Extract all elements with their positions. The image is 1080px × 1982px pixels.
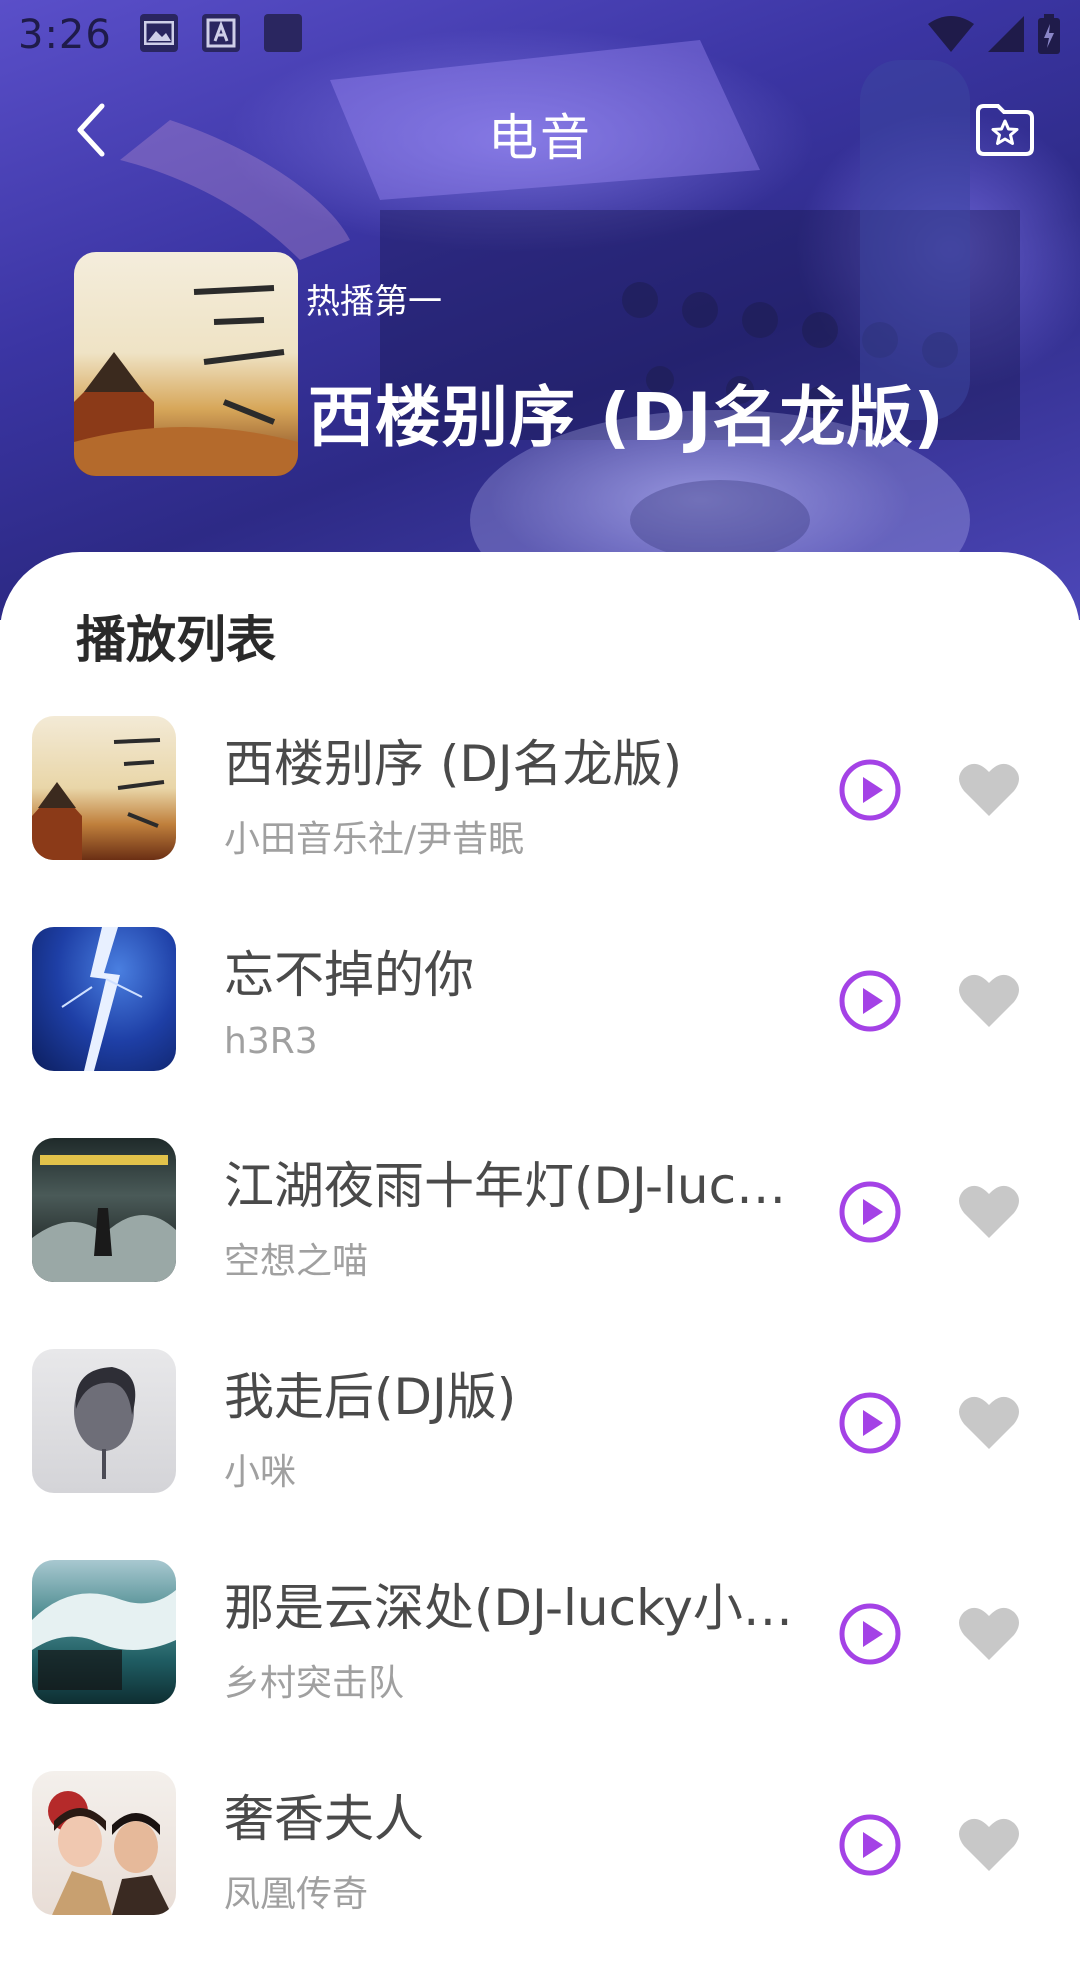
notification-icons	[140, 14, 302, 52]
track-row[interactable]: 西楼别序 (DJ名龙版) 小田音乐社/尹昔眠	[0, 716, 1080, 927]
signal-icon	[988, 16, 1024, 52]
track-artist: 乡村突击队	[224, 1663, 405, 1704]
track-cover	[32, 1560, 176, 1704]
play-button[interactable]	[838, 1180, 902, 1244]
featured-title[interactable]: 西楼别序 (DJ名龙版)	[308, 364, 945, 460]
featured-cover[interactable]	[74, 252, 298, 476]
track-row[interactable]: 我走后(DJ版) 小咪	[0, 1349, 1080, 1560]
play-button[interactable]	[838, 1391, 902, 1455]
status-bar: 3:26	[0, 0, 1080, 70]
featured-cover-art	[74, 285, 298, 476]
heart-icon[interactable]	[958, 1182, 1020, 1240]
heart-icon[interactable]	[958, 971, 1020, 1029]
track-cover	[32, 1138, 176, 1282]
play-button[interactable]	[838, 758, 902, 822]
duo-portrait-image	[48, 1791, 172, 1915]
page-title: 电音	[488, 109, 592, 167]
track-cover	[32, 1349, 176, 1493]
playlist-heading: 播放列表	[76, 611, 276, 669]
track-artist: 小咪	[224, 1452, 297, 1493]
track-title: 那是云深处(DJ-lucky小…	[224, 1579, 793, 1637]
play-button[interactable]	[838, 1813, 902, 1877]
heart-icon[interactable]	[958, 1815, 1020, 1873]
track-artist: 空想之喵	[224, 1241, 369, 1282]
track-row[interactable]: 忘不掉的你 h3R3	[0, 927, 1080, 1138]
top-navigation: 电音	[0, 88, 1080, 178]
track-artist: h3R3	[224, 1021, 318, 1062]
system-icons	[928, 14, 1060, 54]
playlist-sheet: 播放列表 西楼别序 (DJ名龙版) 小田音乐社/尹昔眠 忘不掉的你 h3R3 江…	[0, 552, 1080, 1920]
featured-tag: 热播第一	[306, 282, 442, 322]
track-row[interactable]: 那是云深处(DJ-lucky小… 乡村突击队	[0, 1560, 1080, 1771]
track-list: 西楼别序 (DJ名龙版) 小田音乐社/尹昔眠 忘不掉的你 h3R3 江湖夜雨十年…	[0, 716, 1080, 1982]
track-title: 我走后(DJ版)	[224, 1368, 517, 1426]
heart-icon[interactable]	[958, 1604, 1020, 1662]
ancient-pavilion-art-image	[32, 738, 165, 860]
play-button[interactable]	[838, 969, 902, 1033]
heart-icon[interactable]	[958, 1393, 1020, 1451]
track-row[interactable]: 奢香夫人 凤凰传奇	[0, 1771, 1080, 1982]
track-artist: 凤凰传奇	[224, 1874, 369, 1915]
status-time: 3:26	[18, 12, 112, 58]
app-notification-icon	[264, 14, 302, 52]
track-title: 江湖夜雨十年灯(DJ-lucky…	[224, 1157, 800, 1215]
track-title: 西楼别序 (DJ名龙版)	[224, 735, 683, 793]
wifi-icon	[928, 16, 974, 52]
track-title: 忘不掉的你	[224, 946, 474, 1004]
misty-wanderer-image	[32, 1155, 176, 1282]
font-notification-icon	[202, 14, 240, 52]
track-cover	[32, 927, 176, 1071]
play-button[interactable]	[838, 1602, 902, 1666]
track-cover	[32, 1771, 176, 1915]
image-notification-icon	[140, 14, 178, 52]
track-cover	[32, 716, 176, 860]
lightning-storm-image	[61, 927, 143, 1071]
track-row[interactable]: 江湖夜雨十年灯(DJ-lucky… 空想之喵	[0, 1138, 1080, 1349]
ink-portrait-image	[74, 1367, 136, 1479]
track-artist: 小田音乐社/尹昔眠	[224, 819, 525, 860]
heart-icon[interactable]	[958, 760, 1020, 818]
track-title: 奢香夫人	[224, 1790, 424, 1848]
ocean-wave-image	[32, 1590, 176, 1690]
favorite-folder-button[interactable]	[974, 102, 1036, 158]
battery-icon	[1038, 14, 1060, 54]
